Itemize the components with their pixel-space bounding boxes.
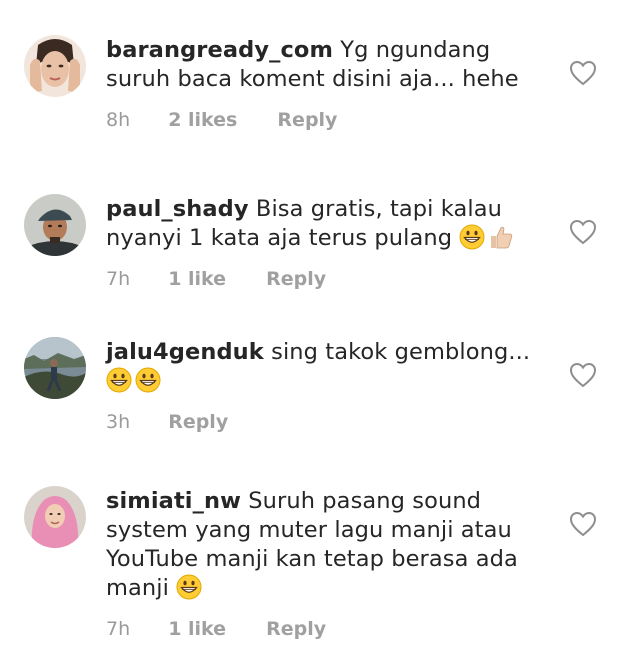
avatar[interactable] bbox=[24, 35, 86, 97]
grinning-face-emoji-icon bbox=[135, 367, 161, 393]
reply-button[interactable]: Reply bbox=[266, 617, 326, 641]
comment-likes[interactable]: 1 like bbox=[168, 267, 226, 291]
like-heart-icon[interactable] bbox=[568, 218, 598, 246]
comment-username[interactable]: barangready_com bbox=[106, 37, 333, 63]
reply-button[interactable]: Reply bbox=[168, 410, 228, 434]
woman-pink-hijab-avatar-icon bbox=[24, 486, 86, 548]
comment-time: 7h bbox=[106, 268, 131, 290]
man-cap-avatar-icon bbox=[24, 194, 86, 256]
comment-body: sing takok gemblong... bbox=[271, 339, 531, 365]
comment-time: 7h bbox=[106, 618, 131, 640]
comment-text: jalu4genduk sing takok gemblong... bbox=[106, 338, 536, 396]
like-heart-icon[interactable] bbox=[568, 59, 598, 87]
avatar[interactable] bbox=[24, 194, 86, 256]
comment-meta: 8h 2 likes Reply bbox=[106, 108, 536, 132]
comment-time: 8h bbox=[106, 109, 131, 131]
avatar[interactable] bbox=[24, 337, 86, 399]
outdoor-person-avatar-icon bbox=[24, 337, 86, 399]
comment-text: barangready_com Yg ngundang suruh baca k… bbox=[106, 36, 536, 94]
comment-meta: 7h 1 like Reply bbox=[106, 267, 536, 291]
woman-hands-face-avatar-icon bbox=[24, 35, 86, 97]
like-heart-icon[interactable] bbox=[568, 510, 598, 538]
comment-likes[interactable]: 2 likes bbox=[168, 108, 237, 132]
comment-time: 3h bbox=[106, 411, 131, 433]
comment-username[interactable]: jalu4genduk bbox=[106, 339, 264, 365]
comment-text: paul_shady Bisa gratis, tapi kalau nyany… bbox=[106, 195, 536, 253]
comment-meta: 3h Reply bbox=[106, 410, 536, 434]
reply-button[interactable]: Reply bbox=[277, 108, 337, 132]
reply-button[interactable]: Reply bbox=[266, 267, 326, 291]
comment-text: simiati_nw Suruh pasang sound system yan… bbox=[106, 487, 536, 603]
avatar[interactable] bbox=[24, 486, 86, 548]
thumbs-up-emoji-icon bbox=[488, 224, 514, 250]
grinning-face-emoji-icon bbox=[176, 574, 202, 600]
like-heart-icon[interactable] bbox=[568, 361, 598, 389]
grinning-face-emoji-icon bbox=[106, 367, 132, 393]
comment-username[interactable]: paul_shady bbox=[106, 196, 249, 222]
grinning-face-emoji-icon bbox=[459, 224, 485, 250]
comment-username[interactable]: simiati_nw bbox=[106, 488, 241, 514]
comment-likes[interactable]: 1 like bbox=[168, 617, 226, 641]
comment-meta: 7h 1 like Reply bbox=[106, 617, 536, 641]
